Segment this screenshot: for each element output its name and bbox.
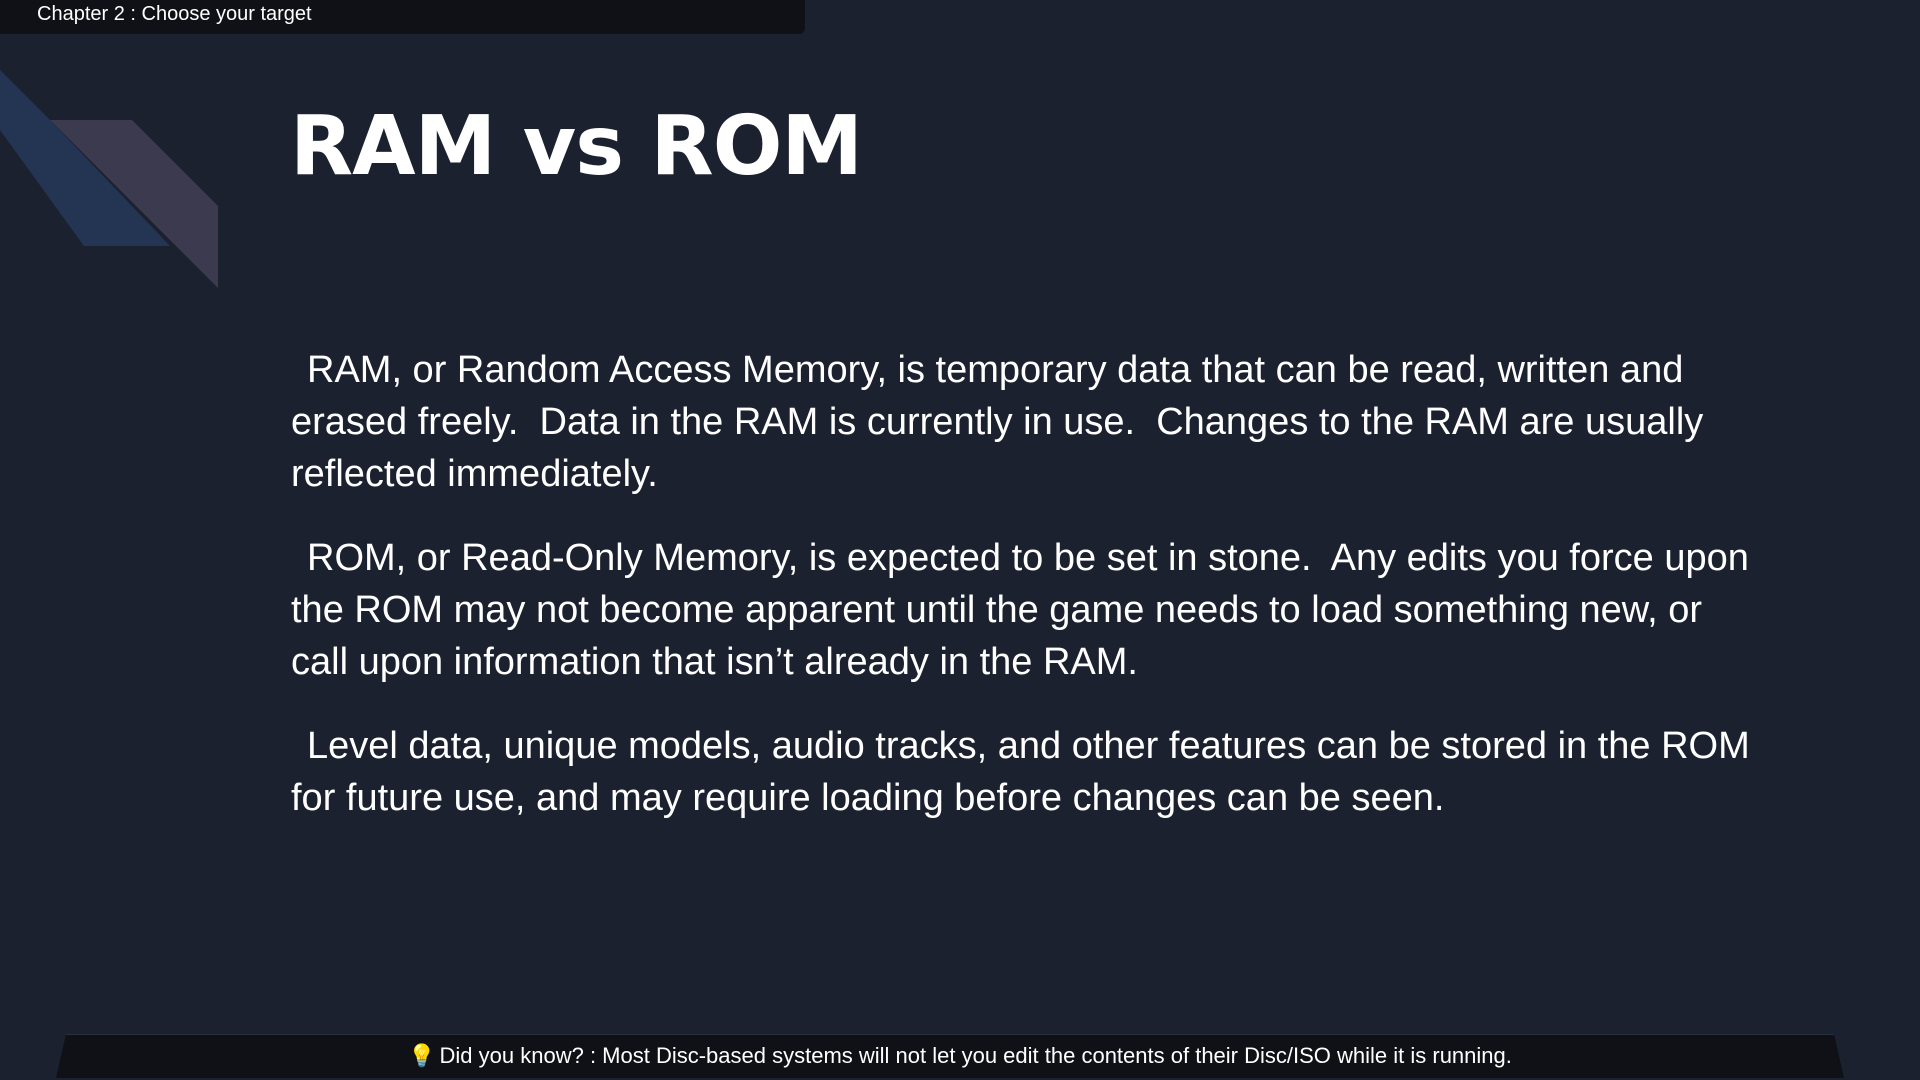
slide: Chapter 2 : Choose your target RAM vs RO… <box>0 0 1920 1080</box>
paragraph-storage: Level data, unique models, audio tracks,… <box>291 725 1761 819</box>
slide-body: RAM, or Random Access Memory, is tempora… <box>291 344 1751 856</box>
decorative-chevron-shapes <box>0 70 218 288</box>
paragraph-rom: ROM, or Read-Only Memory, is expected to… <box>291 537 1760 683</box>
chapter-bar: Chapter 2 : Choose your target <box>0 0 805 34</box>
chapter-label: Chapter 2 : Choose your target <box>37 3 312 25</box>
paragraph-ram: RAM, or Random Access Memory, is tempora… <box>291 349 1714 495</box>
slide-title: RAM vs ROM <box>290 99 863 194</box>
lightbulb-icon: 💡 <box>408 1043 436 1068</box>
tip-text: Did you know? : Most Disc-based systems … <box>439 1043 1512 1068</box>
tip-content: 💡 Did you know? : Most Disc-based systems… <box>0 1041 1920 1071</box>
